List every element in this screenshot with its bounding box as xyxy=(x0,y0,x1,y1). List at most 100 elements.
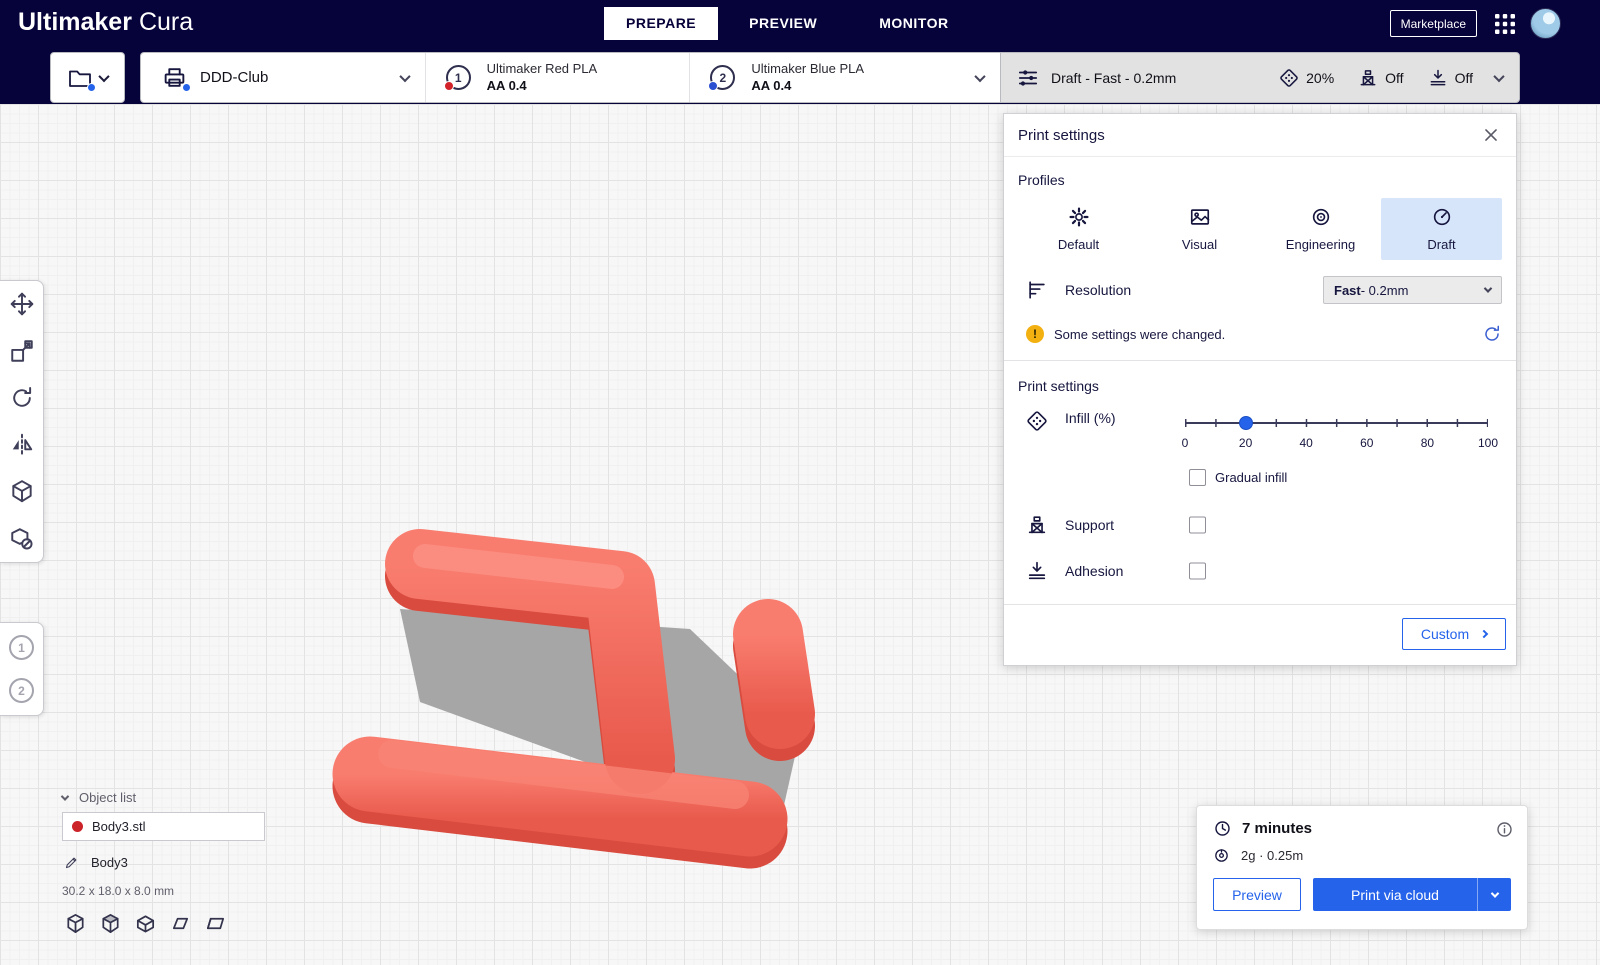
resolution-row: Resolution Fast - 0.2mm xyxy=(1004,260,1516,312)
tick-label: 100 xyxy=(1478,436,1498,450)
orientation-icon-3[interactable] xyxy=(134,912,157,935)
tab-prepare[interactable]: PREPARE xyxy=(604,7,718,40)
material-color-dot xyxy=(708,81,718,91)
object-rename-row[interactable]: Body3 xyxy=(64,855,128,870)
printer-selector[interactable]: DDD-Club xyxy=(141,53,426,102)
mirror-tool-button[interactable] xyxy=(9,432,35,458)
support-blocker-button[interactable] xyxy=(9,526,35,552)
print-via-cloud-button[interactable]: Print via cloud xyxy=(1313,878,1477,911)
rotate-tool-button[interactable] xyxy=(9,385,35,411)
material-usage: 2g · 0.25m xyxy=(1241,848,1303,863)
object-list-toggle[interactable]: Object list xyxy=(62,790,136,805)
object-list-item[interactable]: Body3.stl xyxy=(62,812,265,841)
orientation-icon-2[interactable] xyxy=(99,912,122,935)
profile-label: Engineering xyxy=(1286,237,1355,252)
infill-icon xyxy=(1279,68,1299,88)
extruder-2-number: 2 xyxy=(720,71,727,85)
profile-engineering[interactable]: Engineering xyxy=(1260,198,1381,260)
profile-visual[interactable]: Visual xyxy=(1139,198,1260,260)
infill-summary: 20% xyxy=(1279,68,1334,88)
gauge-icon xyxy=(1431,206,1453,228)
apps-grid-icon[interactable] xyxy=(1495,14,1515,34)
adhesion-row: Adhesion xyxy=(1004,548,1516,594)
profile-draft[interactable]: Draft xyxy=(1381,198,1502,260)
move-tool-button[interactable] xyxy=(9,291,35,317)
scale-tool-button[interactable] xyxy=(9,338,35,364)
object-file-name: Body3.stl xyxy=(92,819,145,834)
tick-label: 60 xyxy=(1360,436,1373,450)
object-dimensions: 30.2 x 18.0 x 8.0 mm xyxy=(62,884,174,898)
infill-slider[interactable] xyxy=(1185,410,1488,436)
close-icon[interactable] xyxy=(1480,124,1502,146)
object-color-dot xyxy=(72,821,83,832)
adhesion-icon xyxy=(1428,68,1448,88)
resolution-label: Resolution xyxy=(1065,282,1131,298)
adhesion-summary: Off xyxy=(1428,68,1473,88)
sliders-icon xyxy=(1017,67,1039,89)
support-row: Support xyxy=(1004,502,1516,548)
tick-label: 80 xyxy=(1421,436,1434,450)
profile-label: Draft xyxy=(1427,237,1455,252)
move-icon xyxy=(9,291,35,317)
gear-icon xyxy=(1068,206,1090,228)
support-checkbox[interactable] xyxy=(1189,517,1206,534)
chevron-down-icon xyxy=(399,70,410,81)
tick-label: 20 xyxy=(1239,436,1252,450)
target-icon xyxy=(1310,206,1332,228)
infill-label: Infill (%) xyxy=(1065,410,1116,426)
custom-settings-button[interactable]: Custom xyxy=(1402,618,1506,650)
mirror-icon xyxy=(9,432,35,458)
account-avatar[interactable] xyxy=(1530,8,1561,39)
resolution-dropdown[interactable]: Fast - 0.2mm xyxy=(1323,276,1502,304)
info-icon[interactable] xyxy=(1495,820,1514,839)
gradual-infill-row: Gradual infill xyxy=(1004,459,1516,502)
slider-track xyxy=(1185,422,1488,424)
chevron-down-icon xyxy=(61,792,69,800)
gradual-infill-checkbox[interactable] xyxy=(1189,469,1206,486)
preview-button[interactable]: Preview xyxy=(1213,878,1301,911)
printer-name: DDD-Club xyxy=(200,69,268,86)
support-icon xyxy=(1358,68,1378,88)
extruder-2-selector[interactable]: 2 Ultimaker Blue PLA AA 0.4 xyxy=(690,53,1000,102)
orientation-icon-1[interactable] xyxy=(64,912,87,935)
per-model-settings-button[interactable] xyxy=(9,479,35,505)
object-list-title: Object list xyxy=(79,790,136,805)
chevron-down-icon xyxy=(974,70,985,81)
printer-icon xyxy=(161,65,188,90)
warning-text: Some settings were changed. xyxy=(1054,327,1225,342)
profile-default[interactable]: Default xyxy=(1018,198,1139,260)
reset-settings-icon[interactable] xyxy=(1482,324,1502,344)
tab-monitor[interactable]: MONITOR xyxy=(848,7,979,40)
extruder-1-select-button[interactable]: 1 xyxy=(9,635,34,660)
summary-buttons: Preview Print via cloud xyxy=(1213,878,1511,911)
extruder-1-selector[interactable]: 1 Ultimaker Red PLA AA 0.4 xyxy=(426,53,691,102)
sync-dot xyxy=(87,83,96,92)
orientation-icon-5[interactable] xyxy=(204,912,227,935)
extruder-2-number: 2 xyxy=(18,684,25,698)
folder-icon xyxy=(67,66,93,90)
print-settings-summary-button[interactable]: Draft - Fast - 0.2mm 20% Off Off xyxy=(1000,52,1520,103)
nozzle-size: AA 0.4 xyxy=(751,78,864,94)
support-summary: Off xyxy=(1358,68,1403,88)
marketplace-button[interactable]: Marketplace xyxy=(1390,10,1477,37)
object-name: Body3 xyxy=(91,855,128,870)
slider-tick-labels: 0 20 40 60 80 100 xyxy=(1185,436,1488,451)
adhesion-icon xyxy=(1026,560,1048,582)
nozzle-size: AA 0.4 xyxy=(487,78,598,94)
extruder-2-select-button[interactable]: 2 xyxy=(9,678,34,703)
adhesion-checkbox[interactable] xyxy=(1189,563,1206,580)
open-file-button[interactable] xyxy=(50,52,125,103)
tab-preview[interactable]: PREVIEW xyxy=(718,7,848,40)
custom-button-label: Custom xyxy=(1421,626,1469,642)
pencil-icon xyxy=(64,855,79,870)
profile-summary: Draft - Fast - 0.2mm xyxy=(1051,70,1176,86)
infill-slider-handle[interactable] xyxy=(1239,416,1253,430)
orientation-icon-row xyxy=(64,912,227,935)
print-time-row: 7 minutes xyxy=(1213,819,1511,838)
print-options-chevron-button[interactable] xyxy=(1477,878,1511,911)
orientation-icon-4[interactable] xyxy=(169,912,192,935)
model-body3[interactable] xyxy=(330,504,850,874)
per-model-cube-icon xyxy=(9,479,35,505)
chevron-right-icon xyxy=(1480,630,1488,638)
print-settings-section-title: Print settings xyxy=(1004,361,1516,406)
